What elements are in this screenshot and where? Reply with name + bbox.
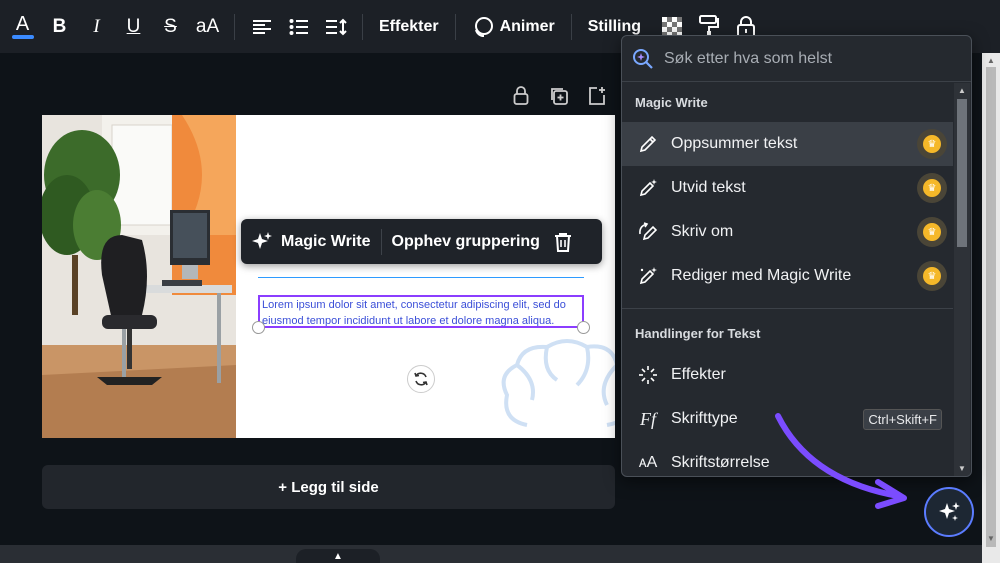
rotate-icon	[414, 372, 428, 386]
underline-glyph: U	[126, 15, 141, 37]
page-actions	[508, 84, 610, 108]
line-spacing-icon	[325, 18, 347, 35]
scroll-up-arrow-icon[interactable]: ▲	[987, 56, 995, 65]
animate-label: Animer	[499, 17, 555, 35]
office-photo-illustration	[42, 115, 236, 438]
magic-edit-icon	[637, 265, 659, 287]
lock-icon	[513, 86, 529, 105]
group-frame-line	[258, 277, 584, 278]
align-left-icon	[252, 19, 271, 34]
bullet-list-button[interactable]	[280, 7, 317, 47]
add-page-icon-button[interactable]	[584, 84, 610, 108]
menu-item-summarize[interactable]: Oppsummer tekst ♛	[622, 122, 953, 166]
office-photo[interactable]	[42, 115, 236, 438]
resize-handle-left[interactable]	[252, 321, 265, 334]
menu-item-label: Oppsummer tekst	[671, 135, 798, 152]
pro-crown-icon: ♛	[917, 261, 947, 291]
bold-glyph: B	[52, 15, 67, 37]
menu-item-label: Skrifttype	[671, 410, 738, 427]
panel-scroll-up-icon[interactable]: ▲	[958, 86, 966, 95]
font-icon: Ff	[640, 408, 656, 429]
toolbar-divider	[234, 13, 235, 40]
italic-button[interactable]: I	[78, 7, 115, 47]
text-color-swatch	[11, 34, 34, 39]
effects-button[interactable]: Effekter	[371, 7, 447, 47]
panel-scrollbar[interactable]: ▲ ▼	[954, 83, 970, 476]
bold-button[interactable]: B	[41, 7, 78, 47]
underline-button[interactable]: U	[115, 7, 152, 47]
scroll-down-arrow-icon[interactable]: ▼	[987, 534, 995, 543]
menu-item-label: Rediger med Magic Write	[671, 267, 852, 284]
italic-glyph: I	[93, 15, 100, 37]
text-color-button[interactable]: A	[4, 7, 41, 47]
main-scroll-thumb[interactable]	[986, 67, 996, 547]
search-placeholder: Søk etter hva som helst	[664, 49, 833, 67]
pro-crown-icon: ♛	[917, 217, 947, 247]
brain-graphic-icon	[501, 339, 615, 427]
magic-write-button[interactable]: Magic Write	[241, 219, 381, 264]
text-color-glyph: A	[15, 12, 30, 35]
rewrite-icon	[637, 221, 659, 243]
ungroup-button[interactable]: Opphev gruppering	[382, 219, 550, 264]
panel-scroll-thumb[interactable]	[957, 99, 967, 247]
bottom-bar	[0, 545, 982, 563]
menu-item-label: Effekter	[671, 366, 726, 383]
toolbar-divider	[570, 13, 572, 40]
body-text-box[interactable]: Lorem ipsum dolor sit amet, consectetur …	[258, 295, 584, 328]
delete-button[interactable]	[550, 219, 576, 264]
align-left-button[interactable]	[243, 7, 280, 47]
sparkles-icon	[252, 231, 272, 249]
wand-pencil-icon	[637, 177, 659, 199]
transparency-icon	[661, 16, 682, 37]
animate-button[interactable]: Animer	[464, 7, 563, 47]
pro-crown-icon: ♛	[917, 129, 947, 159]
bullet-list-icon	[289, 18, 308, 35]
duplicate-page-button[interactable]	[546, 84, 572, 108]
trash-icon	[554, 232, 571, 252]
panel-search[interactable]: Søk etter hva som helst	[622, 36, 971, 82]
strikethrough-glyph: S	[164, 15, 177, 37]
annotation-arrow-icon	[775, 413, 907, 509]
main-scrollbar[interactable]: ▲ ▼	[982, 53, 1000, 563]
toolbar-divider	[362, 13, 363, 40]
duplicate-icon	[551, 88, 568, 105]
line-spacing-button[interactable]	[317, 7, 354, 47]
add-page-button[interactable]: + Legg til side	[42, 465, 615, 509]
magic-write-label: Magic Write	[281, 232, 371, 250]
menu-item-label: Skriv om	[671, 223, 734, 240]
panel-scroll-down-icon[interactable]: ▼	[958, 464, 966, 473]
rotate-button[interactable]	[407, 365, 435, 393]
show-pages-toggle[interactable]: ▲	[296, 549, 380, 563]
section-magic-write: Magic Write	[635, 94, 708, 110]
magic-actions-button[interactable]	[924, 487, 974, 537]
element-context-menu: Magic Write Opphev gruppering	[241, 219, 602, 264]
menu-item-label: Skriftstørrelse	[671, 454, 770, 471]
strikethrough-button[interactable]: S	[152, 7, 189, 47]
menu-item-rewrite[interactable]: Skriv om ♛	[622, 210, 953, 254]
lock-page-button[interactable]	[508, 84, 534, 108]
animate-icon	[474, 16, 493, 37]
menu-item-effects[interactable]: Effekter	[622, 353, 953, 397]
resize-handle-right[interactable]	[577, 321, 590, 334]
toolbar-divider	[454, 13, 456, 40]
sparkle-burst-icon	[637, 364, 659, 386]
menu-item-expand[interactable]: Utvid tekst ♛	[622, 166, 953, 210]
letter-case-button[interactable]: aA	[189, 7, 226, 47]
section-text-actions: Handlinger for Tekst	[635, 325, 761, 341]
pencil-icon	[637, 133, 659, 155]
pro-crown-icon: ♛	[917, 173, 947, 203]
chevron-up-icon: ▲	[333, 550, 343, 562]
font-size-icon: ᴀA	[638, 454, 658, 471]
menu-item-label: Utvid tekst	[671, 179, 746, 196]
menu-item-edit-magic-write[interactable]: Rediger med Magic Write ♛	[622, 254, 953, 298]
sparkles-icon	[939, 502, 960, 521]
magic-search-icon	[633, 48, 653, 69]
panel-divider	[622, 308, 953, 309]
add-page-icon	[589, 87, 605, 105]
letter-case-glyph: aA	[195, 15, 220, 37]
